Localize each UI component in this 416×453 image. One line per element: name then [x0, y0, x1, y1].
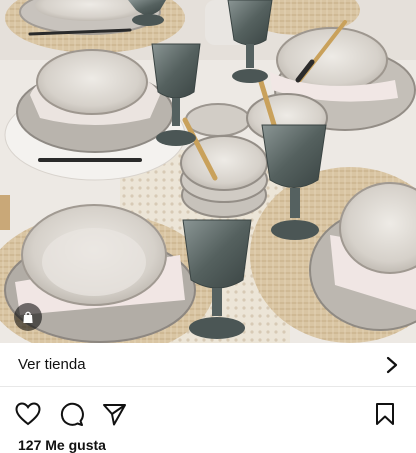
chevron-right-icon[interactable]	[386, 356, 398, 374]
view-shop-row[interactable]: Ver tienda	[0, 343, 416, 387]
post-actions	[0, 395, 416, 431]
tableware-photo	[0, 0, 416, 343]
bookmark-icon[interactable]	[372, 401, 398, 427]
shopping-bag-icon[interactable]	[14, 303, 42, 331]
view-shop-label: Ver tienda	[18, 356, 86, 373]
post-image[interactable]	[0, 0, 416, 343]
heart-icon[interactable]	[15, 401, 41, 427]
comment-icon[interactable]	[58, 401, 84, 427]
likes-count[interactable]: 127 Me gusta	[18, 437, 106, 453]
send-icon[interactable]	[101, 401, 127, 427]
